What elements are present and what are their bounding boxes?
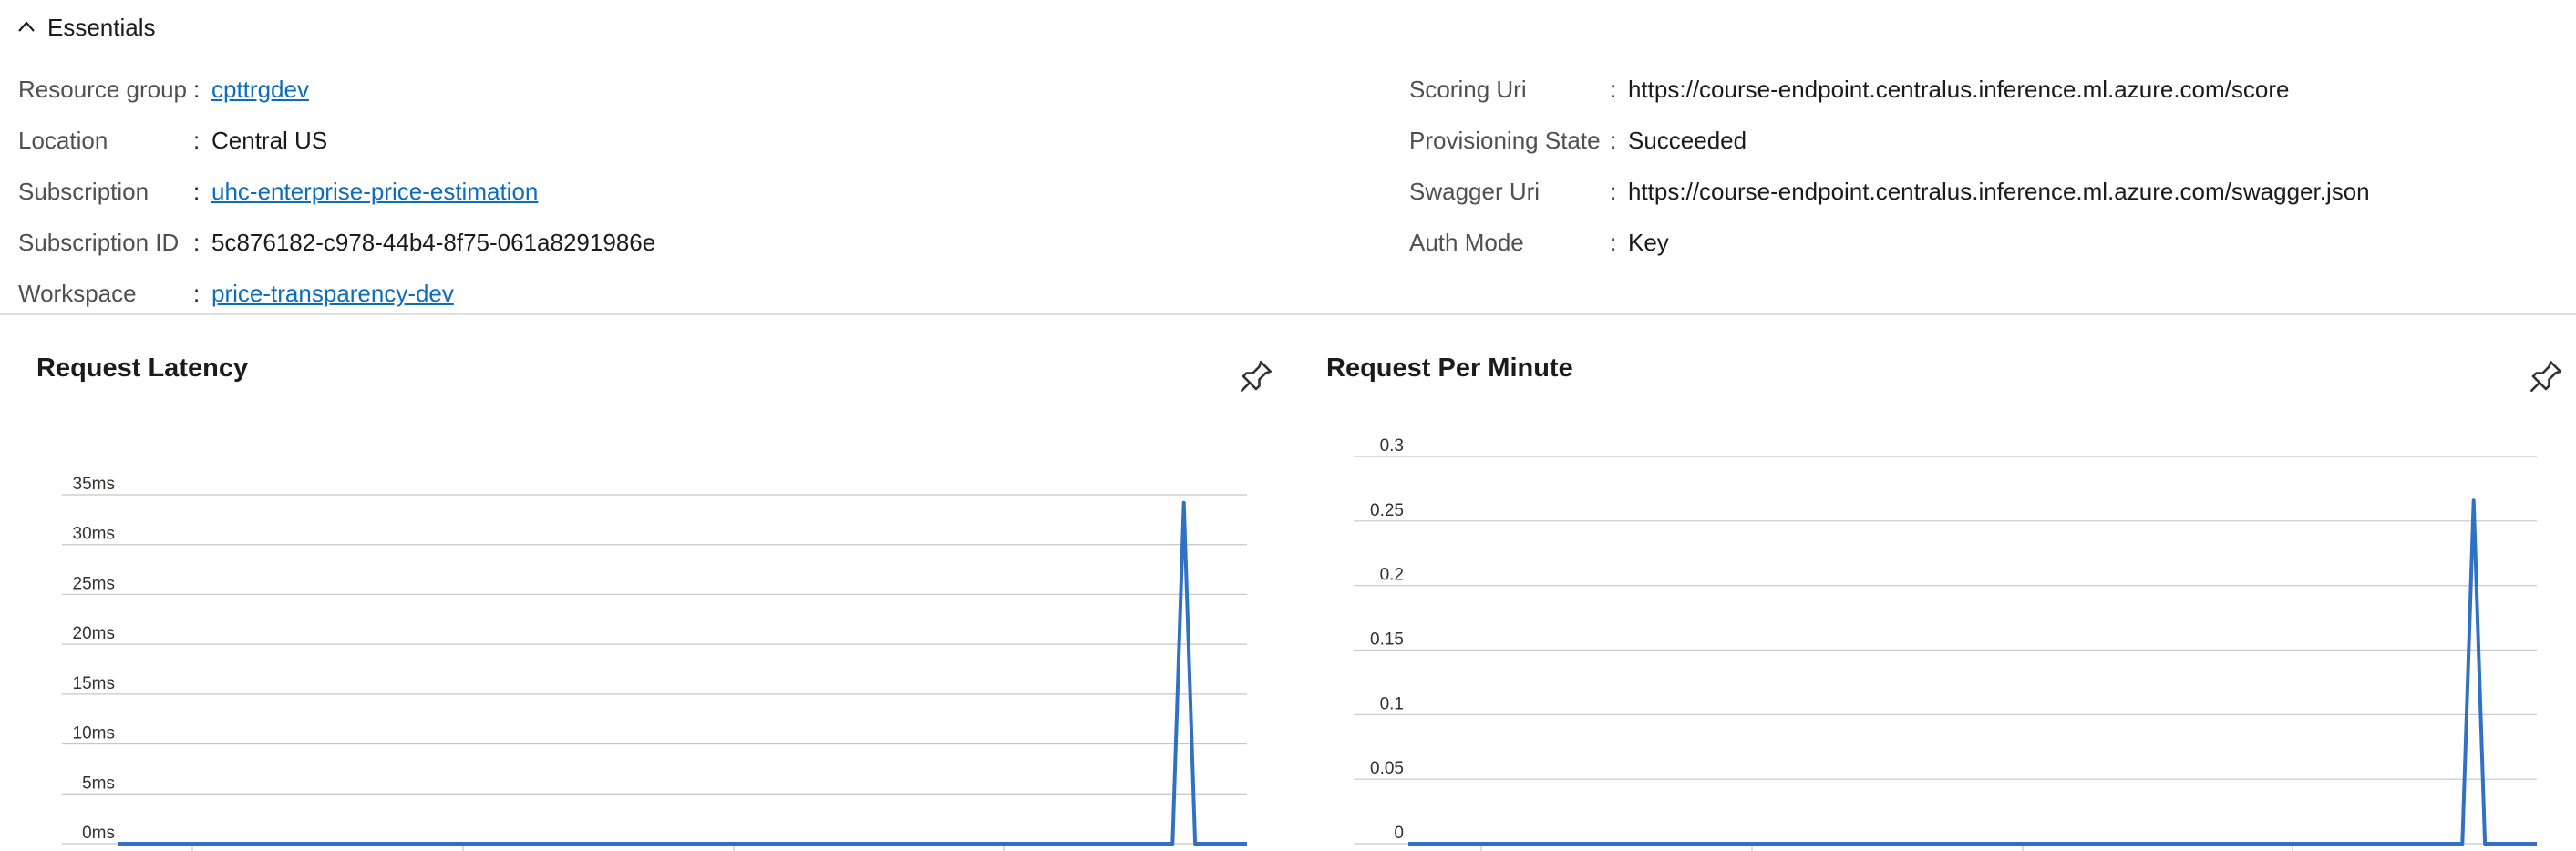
chart-title: Request Latency (36, 354, 249, 383)
y-tick-label: 25ms (73, 574, 115, 593)
property-label: Scoring Uri (1409, 75, 1527, 103)
essentials-label: Essentials (47, 13, 156, 41)
location-value: Central US (211, 126, 328, 154)
property-location: Location : Central US (18, 115, 655, 166)
property-separator: : (193, 279, 201, 307)
subscription-id-value: 5c876182-c978-44b4-8f75-061a8291986e (211, 228, 656, 256)
provisioning-state-value: Succeeded (1628, 126, 1747, 154)
y-tick-label: 0ms (82, 824, 115, 843)
request-latency-panel: 0ms 5ms 10ms 15ms 20ms 25ms 30ms 35ms Request L… (0, 337, 1289, 851)
property-separator: : (1610, 126, 1617, 154)
property-swagger-uri: Swagger Uri : https://course-endpoint.ce… (1409, 166, 2370, 217)
property-label: Swagger Uri (1409, 177, 1540, 205)
property-separator: : (193, 75, 201, 103)
y-tick-label: 0 (1394, 824, 1404, 843)
property-label: Workspace (18, 279, 137, 307)
properties-left: Resource group : cpttrgdev Location : Ce… (18, 64, 655, 319)
property-separator: : (1610, 228, 1617, 256)
request-latency-chart: 0ms 5ms 10ms 15ms 20ms 25ms 30ms 35ms (62, 475, 1247, 851)
property-separator: : (1610, 75, 1617, 103)
essentials-toggle[interactable]: Essentials (16, 9, 156, 46)
y-tick-label: 0.25 (1370, 501, 1404, 520)
chevron-up-icon (18, 21, 35, 32)
property-label: Resource group (18, 75, 187, 103)
property-auth-mode: Auth Mode : Key (1409, 217, 2370, 268)
y-tick-label: 0.1 (1380, 694, 1404, 713)
series-line (1408, 498, 2537, 846)
workspace-link[interactable]: price-transparency-dev (211, 280, 454, 308)
property-subscription: Subscription : uhc-enterprise-price-esti… (18, 166, 655, 217)
property-resource-group: Resource group : cpttrgdev (18, 64, 655, 115)
property-workspace: Workspace : price-transparency-dev (18, 268, 655, 319)
swagger-uri-value: https://course-endpoint.centralus.infere… (1628, 177, 2370, 205)
property-separator: : (193, 126, 201, 154)
auth-mode-value: Key (1628, 228, 1669, 256)
request-per-minute-panel: 0 0.05 0.1 0.15 0.2 0.25 0.3 Request Per Minut… (1289, 337, 2576, 851)
property-separator: : (193, 228, 201, 256)
scoring-uri-value: https://course-endpoint.centralus.infere… (1628, 75, 2290, 103)
property-label: Location (18, 126, 108, 154)
property-separator: : (1610, 177, 1617, 205)
subscription-link[interactable]: uhc-enterprise-price-estimation (211, 178, 538, 206)
y-tick-label: 10ms (73, 724, 115, 743)
y-tick-label: 0.3 (1380, 436, 1404, 456)
request-per-minute-chart: 0 0.05 0.1 0.15 0.2 0.25 0.3 (1354, 436, 2537, 851)
y-tick-label: 0.2 (1380, 566, 1404, 585)
property-label: Provisioning State (1409, 126, 1601, 154)
y-tick-label: 0.15 (1370, 631, 1404, 650)
property-label: Subscription (18, 177, 149, 205)
section-divider (0, 313, 2576, 315)
pin-icon[interactable] (1237, 357, 1275, 395)
y-tick-label: 15ms (73, 674, 115, 693)
property-provisioning-state: Provisioning State : Succeeded (1409, 115, 2370, 166)
properties-right: Scoring Uri : https://course-endpoint.ce… (1409, 64, 2370, 268)
y-tick-label: 20ms (73, 624, 115, 643)
property-subscription-id: Subscription ID : 5c876182-c978-44b4-8f7… (18, 217, 655, 268)
y-tick-label: 30ms (73, 525, 115, 544)
property-label: Auth Mode (1409, 228, 1524, 256)
property-label: Subscription ID (18, 228, 180, 256)
y-tick-label: 5ms (82, 774, 115, 793)
chart-title: Request Per Minute (1326, 354, 1573, 383)
property-separator: : (193, 177, 201, 205)
y-tick-label: 35ms (73, 475, 115, 494)
pin-icon[interactable] (2527, 357, 2565, 395)
series-line (118, 500, 1247, 846)
property-scoring-uri: Scoring Uri : https://course-endpoint.ce… (1409, 64, 2370, 115)
y-tick-label: 0.05 (1370, 759, 1404, 778)
resource-group-link[interactable]: cpttrgdev (211, 76, 309, 104)
